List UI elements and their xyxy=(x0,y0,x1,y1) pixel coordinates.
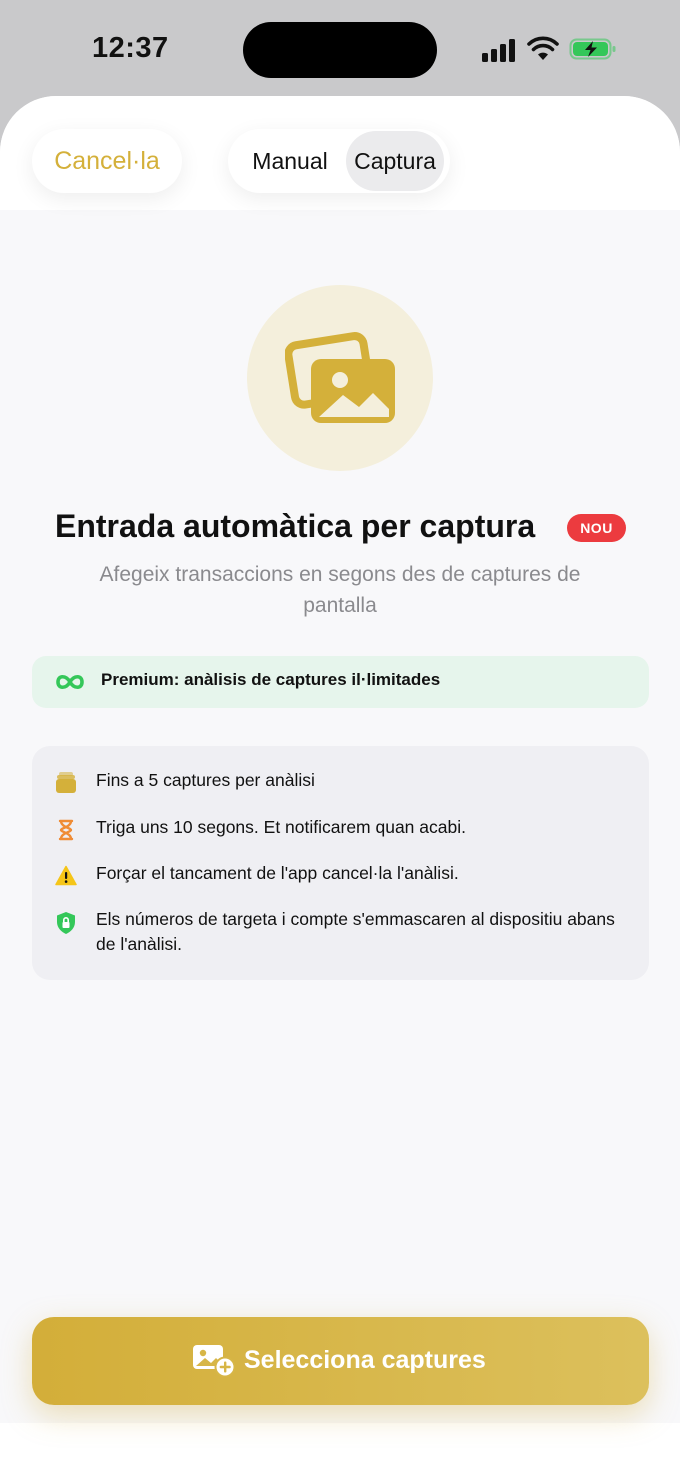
page-title: Entrada automàtica per captura xyxy=(55,508,536,544)
battery-charging-icon xyxy=(569,38,616,60)
premium-text: Premium: anàlisis de captures il·limitad… xyxy=(101,670,441,689)
title-row: Entrada automàtica per captura NOU xyxy=(0,508,680,552)
list-item: Triga uns 10 segons. Et notificarem quan… xyxy=(32,815,649,843)
mode-segmented-control: Manual Captura xyxy=(228,129,450,193)
list-item: Els números de targeta i compte s'emmasc… xyxy=(32,907,649,959)
wifi-icon xyxy=(527,36,559,60)
photos-icon xyxy=(285,332,395,423)
infinity-icon xyxy=(56,674,84,690)
cta-area: Selecciona captures xyxy=(0,1317,680,1477)
premium-banner: Premium: anàlisis de captures il·limitad… xyxy=(32,656,649,708)
select-captures-label: Selecciona captures xyxy=(244,1346,486,1374)
info-text: Triga uns 10 segons. Et notificarem quan… xyxy=(96,817,466,837)
stack-icon xyxy=(56,772,76,793)
new-badge: NOU xyxy=(567,514,626,542)
list-item: Forçar el tancament de l'app cancel·la l… xyxy=(32,861,649,889)
info-text: Els números de targeta i compte s'emmasc… xyxy=(96,909,615,954)
hero-icon-circle xyxy=(247,285,433,471)
capture-sheet: Cancel·la Manual Captura Entrada automàt… xyxy=(0,96,680,1477)
list-item: Fins a 5 captures per anàlisi xyxy=(32,768,649,796)
warning-icon xyxy=(55,865,77,886)
dynamic-island xyxy=(243,22,437,78)
status-time: 12:37 xyxy=(92,32,169,64)
add-photo-icon xyxy=(193,1345,236,1377)
info-list: Fins a 5 captures per anàlisi Triga uns … xyxy=(32,746,649,980)
info-text: Fins a 5 captures per anàlisi xyxy=(96,770,315,790)
hourglass-icon xyxy=(58,819,74,841)
shield-lock-icon xyxy=(57,912,75,934)
cancel-button[interactable]: Cancel·la xyxy=(32,129,182,193)
segment-captura[interactable]: Captura xyxy=(346,131,444,191)
page-subtitle: Afegeix transaccions en segons des de ca… xyxy=(99,563,581,617)
status-bar: 12:37 xyxy=(0,0,680,96)
cellular-signal-icon xyxy=(482,38,518,62)
info-text: Forçar el tancament de l'app cancel·la l… xyxy=(96,863,459,883)
sheet-header: Cancel·la Manual Captura xyxy=(0,96,680,210)
select-captures-button[interactable]: Selecciona captures xyxy=(32,1317,649,1405)
segment-manual[interactable]: Manual xyxy=(234,129,346,193)
